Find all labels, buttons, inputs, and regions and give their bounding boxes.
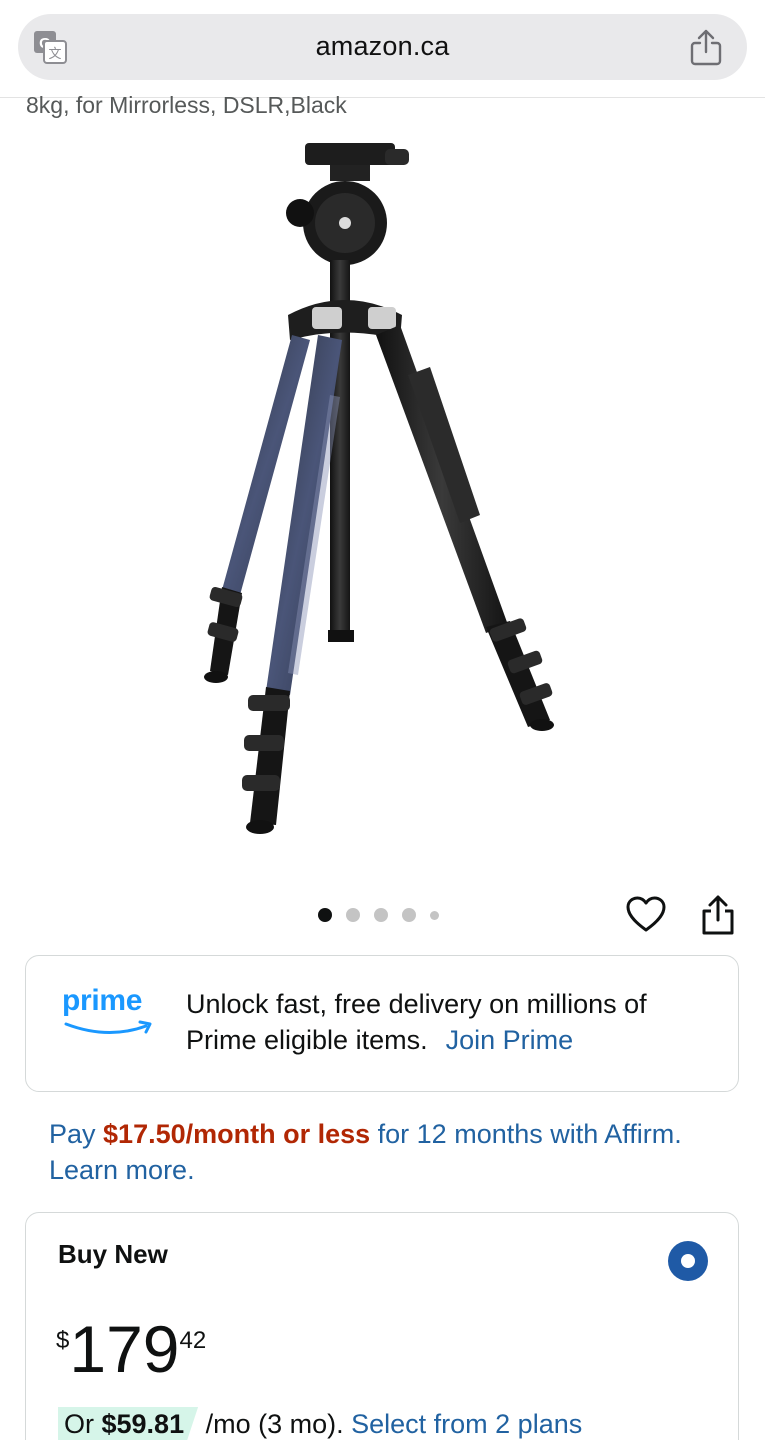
price-fraction: 42 — [179, 1327, 207, 1354]
buy-new-radio[interactable] — [668, 1241, 708, 1281]
browser-toolbar: G 文 amazon.ca — [0, 0, 765, 98]
product-image[interactable] — [180, 135, 590, 845]
prime-message-text: Unlock fast, free delivery on millions o… — [186, 989, 647, 1055]
price-symbol: $ — [56, 1327, 70, 1354]
product-title[interactable]: 8kg, for Mirrorless, DSLR,Black — [26, 92, 347, 119]
carousel-dot[interactable] — [402, 908, 416, 922]
plan-term: /mo (3 mo). — [198, 1409, 352, 1439]
prime-logo: prime — [62, 984, 158, 1044]
affirm-financing[interactable]: Pay $17.50/month or less for 12 months w… — [49, 1116, 729, 1188]
prime-promo: prime Unlock fast, free delivery on mill… — [25, 955, 739, 1092]
payment-plan: Or $59.81 /mo (3 mo). Select from 2 plan… — [58, 1407, 582, 1440]
prime-message: Unlock fast, free delivery on millions o… — [186, 986, 716, 1058]
carousel-dot[interactable] — [318, 908, 332, 922]
carousel-dot[interactable] — [346, 908, 360, 922]
buy-new-title: Buy New — [58, 1239, 168, 1269]
plan-or: Or — [64, 1409, 102, 1439]
heart-icon[interactable] — [626, 896, 666, 934]
price-whole: 179 — [69, 1312, 180, 1386]
price: $ 179 42 — [56, 1313, 206, 1385]
prime-logo-text: prime — [62, 984, 143, 1017]
prime-smile-icon — [64, 1020, 152, 1034]
carousel-dot[interactable] — [374, 908, 388, 922]
plan-amount: $59.81 — [101, 1409, 185, 1439]
buy-new-box[interactable]: Buy New $ 179 42 Or $59.81 /mo (3 mo). S… — [25, 1212, 739, 1440]
share-icon[interactable] — [700, 894, 736, 936]
plan-badge: Or $59.81 — [58, 1407, 199, 1440]
affirm-prefix: Pay — [49, 1119, 104, 1149]
address-bar[interactable]: G 文 amazon.ca — [18, 14, 747, 80]
affirm-amount: $17.50/month or less — [103, 1119, 371, 1149]
select-plans-link[interactable]: Select from 2 plans — [351, 1409, 582, 1439]
url-domain[interactable]: amazon.ca — [18, 31, 747, 62]
image-carousel-dots[interactable] — [318, 908, 439, 922]
carousel-dot[interactable] — [430, 910, 439, 920]
join-prime-link[interactable]: Join Prime — [446, 1025, 574, 1055]
share-icon[interactable] — [689, 28, 723, 66]
